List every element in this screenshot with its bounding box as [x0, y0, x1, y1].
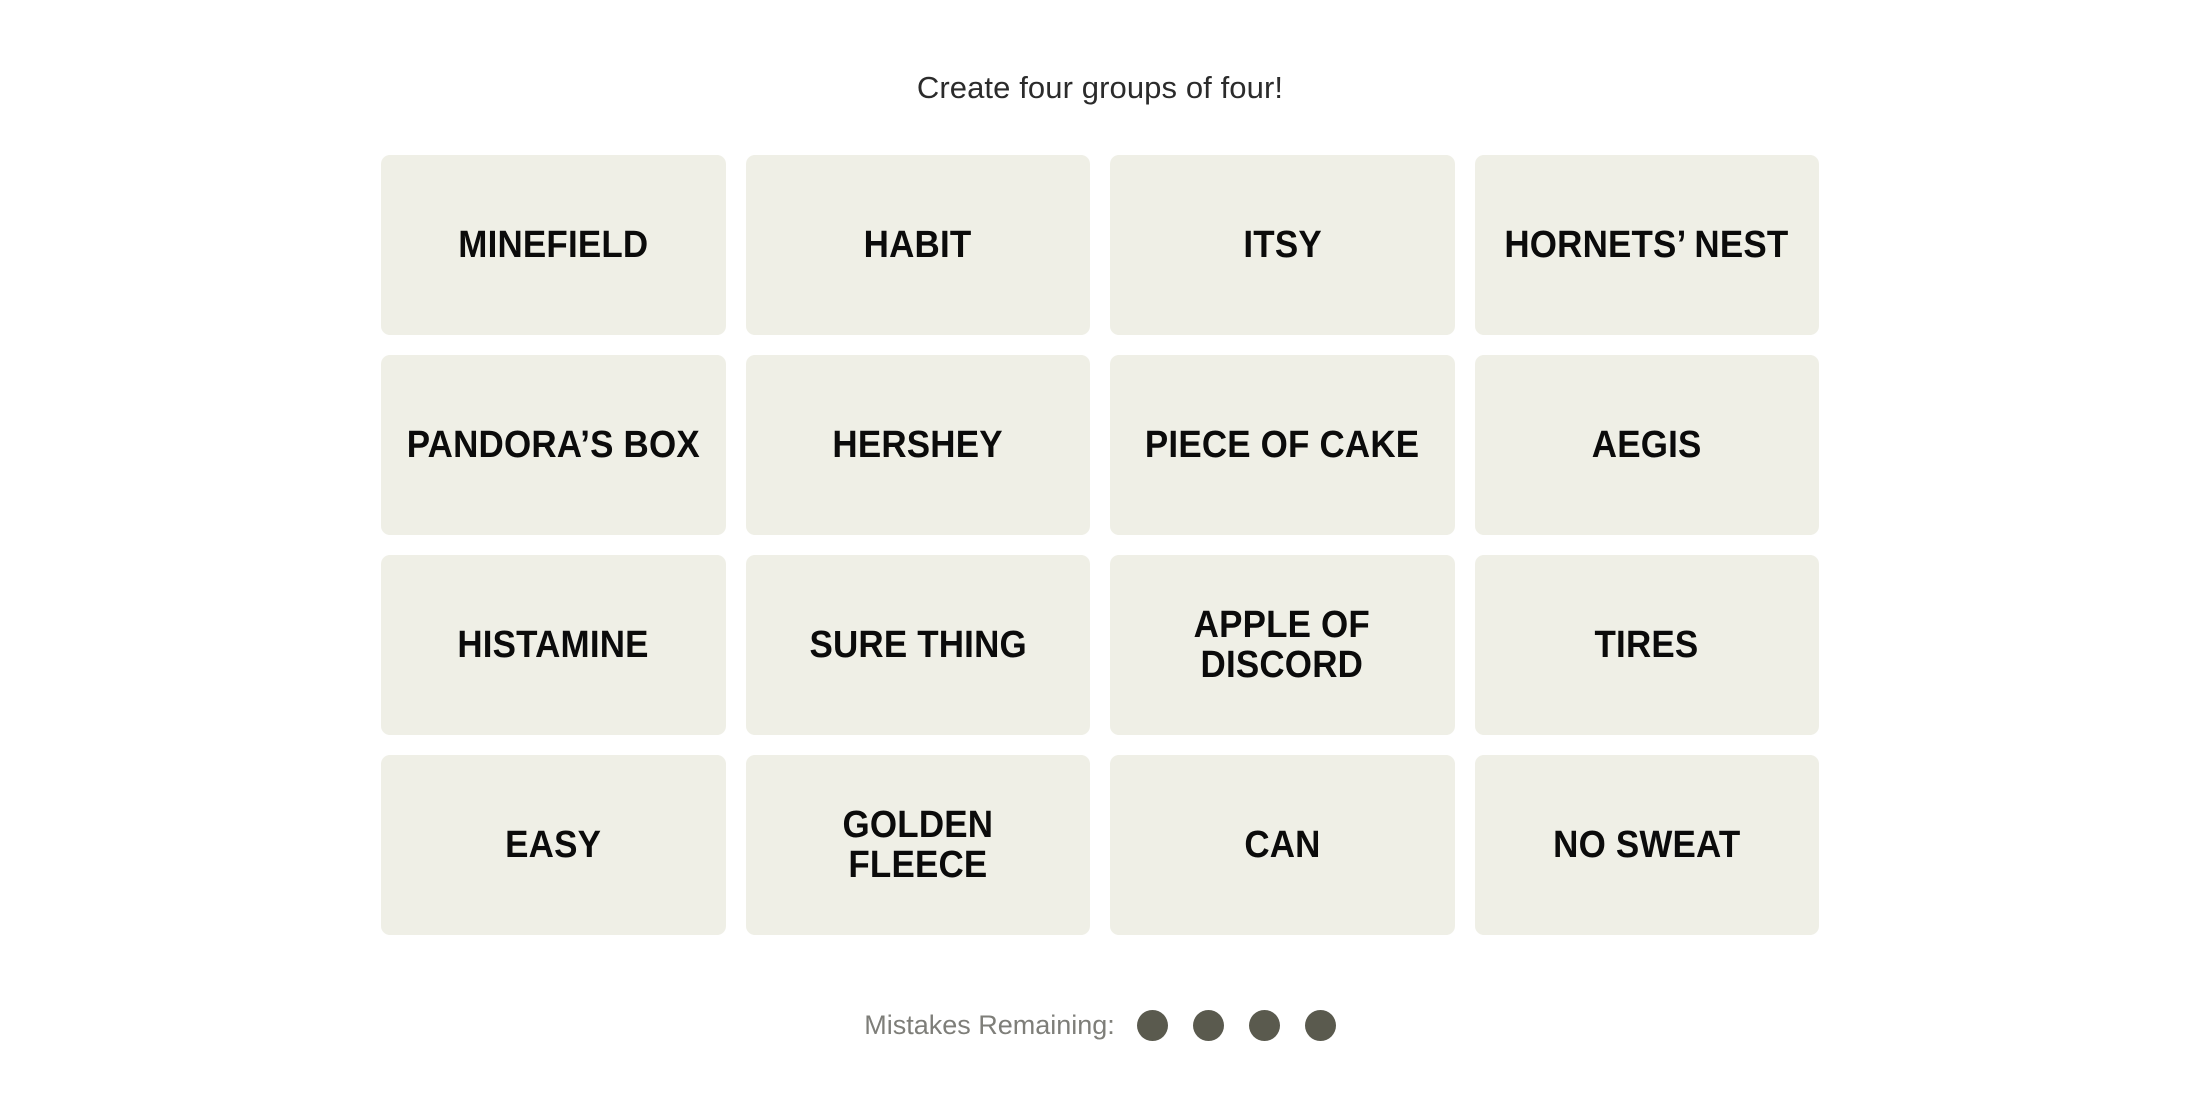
word-tile-label: HORNETS’ NEST: [1504, 223, 1789, 266]
word-tile-hornets-nest[interactable]: HORNETS’ NEST: [1474, 155, 1819, 335]
word-tile-easy[interactable]: EASY: [381, 755, 726, 935]
word-tile-label: TIRES: [1594, 623, 1699, 666]
word-tile-label: HERSHEY: [832, 423, 1003, 466]
mistakes-remaining-label: Mistakes Remaining:: [864, 1010, 1115, 1040]
connections-game: Create four groups of four! MINEFIELD HA…: [0, 0, 2200, 1100]
word-tile-histamine[interactable]: HISTAMINE: [381, 555, 726, 735]
word-tile-label: EASY: [505, 823, 602, 866]
word-tile-label: AEGIS: [1591, 423, 1702, 466]
word-tile-sure-thing[interactable]: SURE THING: [745, 555, 1090, 735]
mistake-dot: [1136, 1010, 1168, 1041]
word-tile-pandoras-box[interactable]: PANDORA’S BOX: [381, 355, 726, 535]
mistakes-remaining-bar: Mistakes Remaining:: [0, 1010, 2200, 1041]
word-tile-label: MINEFIELD: [458, 223, 649, 266]
word-tile-label: CAN: [1244, 823, 1321, 866]
word-tile-itsy[interactable]: ITSY: [1110, 155, 1455, 335]
word-tile-hershey[interactable]: HERSHEY: [745, 355, 1090, 535]
word-tile-habit[interactable]: HABIT: [745, 155, 1090, 335]
word-tile-label: HISTAMINE: [457, 623, 649, 666]
word-tile-label: HABIT: [863, 223, 972, 266]
word-tile-label: SURE THING: [809, 623, 1027, 666]
word-tile-piece-of-cake[interactable]: PIECE OF CAKE: [1110, 355, 1455, 535]
word-tile-label: GOLDEN FLEECE: [842, 803, 994, 886]
page-title: Create four groups of four!: [916, 70, 1284, 105]
word-tile-tires[interactable]: TIRES: [1474, 555, 1819, 735]
word-tile-can[interactable]: CAN: [1110, 755, 1455, 935]
word-tile-label: APPLE OF DISCORD: [1194, 603, 1371, 686]
word-tile-label: NO SWEAT: [1553, 823, 1741, 866]
word-tile-aegis[interactable]: AEGIS: [1474, 355, 1819, 535]
word-grid: MINEFIELD HABIT ITSY HORNETS’ NEST PANDO…: [381, 155, 1819, 935]
word-tile-label: ITSY: [1243, 223, 1322, 266]
mistake-dot: [1248, 1010, 1280, 1041]
mistakes-dot-group: [1136, 1010, 1336, 1041]
mistake-dot: [1304, 1010, 1336, 1041]
word-tile-label: PANDORA’S BOX: [406, 423, 700, 466]
word-tile-no-sweat[interactable]: NO SWEAT: [1474, 755, 1819, 935]
word-tile-apple-of-discord[interactable]: APPLE OF DISCORD: [1110, 555, 1455, 735]
word-tile-minefield[interactable]: MINEFIELD: [381, 155, 726, 335]
word-tile-golden-fleece[interactable]: GOLDEN FLEECE: [745, 755, 1090, 935]
word-tile-label: PIECE OF CAKE: [1145, 423, 1420, 466]
mistake-dot: [1192, 1010, 1224, 1041]
